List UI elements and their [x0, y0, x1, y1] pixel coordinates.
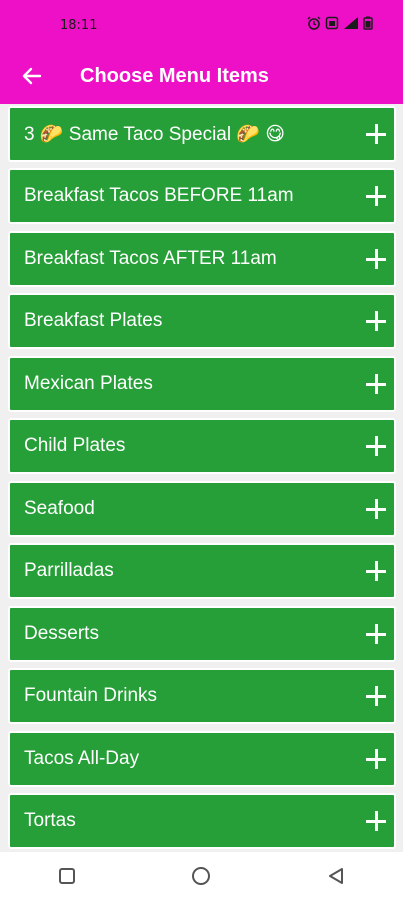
- plus-icon[interactable]: [366, 749, 386, 769]
- battery-icon: [363, 16, 373, 34]
- plus-icon[interactable]: [366, 624, 386, 644]
- plus-icon[interactable]: [366, 374, 386, 394]
- menu-item-label: Desserts: [24, 623, 99, 644]
- menu-item-tortas[interactable]: Tortas: [8, 793, 396, 849]
- menu-item-tacos-all-day[interactable]: Tacos All-Day: [8, 731, 396, 787]
- plus-icon[interactable]: [366, 436, 386, 456]
- plus-icon[interactable]: [366, 686, 386, 706]
- menu-item-label: Child Plates: [24, 435, 126, 456]
- menu-item-same-taco-special[interactable]: 3 🌮 Same Taco Special 🌮 😋: [8, 106, 396, 162]
- menu-item-fountain-drinks[interactable]: Fountain Drinks: [8, 668, 396, 724]
- alarm-icon: [307, 16, 321, 34]
- menu-item-label: Parrilladas: [24, 560, 114, 581]
- triangle-back-icon[interactable]: [312, 852, 360, 900]
- menu-item-label: Breakfast Tacos BEFORE 11am: [24, 185, 294, 206]
- menu-item-label: Tortas: [24, 810, 76, 831]
- menu-list: 3 🌮 Same Taco Special 🌮 😋 Breakfast Taco…: [0, 104, 403, 852]
- menu-item-child-plates[interactable]: Child Plates: [8, 418, 396, 474]
- menu-item-mexican-plates[interactable]: Mexican Plates: [8, 356, 396, 412]
- signal-icon: [343, 16, 359, 34]
- sim-card-icon: [325, 16, 339, 34]
- toolbar: Choose Menu Items: [0, 52, 403, 100]
- menu-item-seafood[interactable]: Seafood: [8, 481, 396, 537]
- menu-item-label: Fountain Drinks: [24, 685, 158, 706]
- status-icons: [307, 16, 373, 34]
- plus-icon[interactable]: [366, 249, 386, 269]
- plus-icon[interactable]: [366, 186, 386, 206]
- menu-item-label: Breakfast Tacos AFTER 11am: [24, 248, 277, 269]
- plus-icon[interactable]: [366, 124, 386, 144]
- status-bar: 18:11: [0, 0, 403, 52]
- menu-item-breakfast-tacos-after[interactable]: Breakfast Tacos AFTER 11am: [8, 231, 396, 287]
- menu-item-label: Breakfast Plates: [24, 310, 163, 331]
- app-bar: 18:11 Choose Menu Items: [0, 0, 403, 104]
- menu-item-label: 3 🌮 Same Taco Special 🌮 😋: [24, 124, 286, 145]
- page-title: Choose Menu Items: [80, 64, 269, 87]
- plus-icon[interactable]: [366, 561, 386, 581]
- plus-icon[interactable]: [366, 499, 386, 519]
- status-time: 18:11: [60, 18, 98, 33]
- menu-item-breakfast-tacos-before[interactable]: Breakfast Tacos BEFORE 11am: [8, 168, 396, 224]
- plus-icon[interactable]: [366, 811, 386, 831]
- menu-item-desserts[interactable]: Desserts: [8, 606, 396, 662]
- square-recents-icon[interactable]: [43, 852, 91, 900]
- circle-home-icon[interactable]: [177, 852, 225, 900]
- menu-item-label: Tacos All-Day: [24, 748, 140, 769]
- menu-item-label: Mexican Plates: [24, 373, 153, 394]
- menu-item-breakfast-plates[interactable]: Breakfast Plates: [8, 293, 396, 349]
- plus-icon[interactable]: [366, 311, 386, 331]
- menu-item-parrilladas[interactable]: Parrilladas: [8, 543, 396, 599]
- arrow-back-icon[interactable]: [20, 64, 44, 88]
- system-nav-bar: [0, 852, 403, 900]
- menu-item-label: Seafood: [24, 498, 95, 519]
